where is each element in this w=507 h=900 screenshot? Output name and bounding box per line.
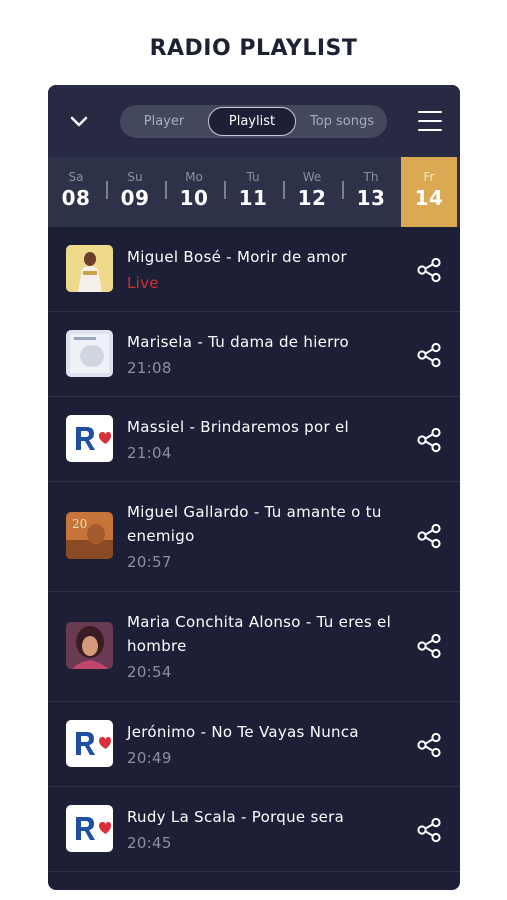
track-title: Maria Conchita Alonso - Tu eres el hombr… <box>127 613 392 655</box>
share-icon <box>417 427 441 453</box>
svg-text:20: 20 <box>72 517 87 531</box>
share-button[interactable] <box>416 342 442 368</box>
day-sunday[interactable]: Su 09 <box>107 157 163 227</box>
menu-button[interactable] <box>418 111 442 131</box>
share-button[interactable] <box>416 257 442 283</box>
share-button[interactable] <box>416 817 442 843</box>
track-time: 20:45 <box>127 834 172 852</box>
share-icon <box>417 817 441 843</box>
list-item[interactable]: Marisela - Tu dama de hierro 21:08 <box>48 312 460 397</box>
track-title: Massiel - Brindaremos por el <box>127 418 349 436</box>
day-date: 11 <box>238 186 268 210</box>
day-date: 14 <box>414 186 444 210</box>
track-title: Rudy La Scala - Porque sera <box>127 808 345 826</box>
share-button[interactable] <box>416 523 442 549</box>
tab-playlist[interactable]: Playlist <box>208 107 296 136</box>
day-name: Su <box>127 170 143 184</box>
station-logo <box>66 720 113 767</box>
track-title: Miguel Gallardo - Tu amante o tu enemigo <box>127 503 382 545</box>
day-saturday[interactable]: Sa 08 <box>48 157 104 227</box>
track-live-status: Live <box>127 274 159 292</box>
tab-player[interactable]: Player <box>124 107 204 136</box>
album-cover <box>66 330 113 377</box>
share-button[interactable] <box>416 732 442 758</box>
day-wednesday[interactable]: We 12 <box>284 157 340 227</box>
day-date: 08 <box>61 186 91 210</box>
share-icon <box>417 342 441 368</box>
share-button[interactable] <box>416 427 442 453</box>
hamburger-menu-icon <box>418 111 442 113</box>
track-title: Miguel Bosé - Morir de amor <box>127 248 347 266</box>
share-icon <box>417 633 441 659</box>
day-name: Th <box>363 170 379 184</box>
track-time: 21:08 <box>127 359 172 377</box>
day-name: Tu <box>246 170 260 184</box>
album-cover <box>66 245 113 292</box>
share-icon <box>417 732 441 758</box>
day-date: 09 <box>120 186 150 210</box>
list-item[interactable]: 20 Miguel Gallardo - Tu amante o tu enem… <box>48 482 460 592</box>
chevron-down-icon <box>70 116 88 127</box>
day-name: Mo <box>185 170 203 184</box>
album-cover <box>66 622 113 669</box>
track-time: 21:04 <box>127 444 172 462</box>
day-thursday[interactable]: Th 13 <box>343 157 399 227</box>
day-selector: Sa 08 Su 09 Mo 10 Tu 11 We 12 Th 13 Fr 1… <box>48 157 460 227</box>
share-icon <box>417 523 441 549</box>
station-logo <box>66 805 113 852</box>
day-date: 12 <box>297 186 327 210</box>
playlist-panel: Player Playlist Top songs Sa 08 Su 09 Mo… <box>48 85 460 890</box>
day-date: 13 <box>356 186 386 210</box>
track-time: 20:49 <box>127 749 172 767</box>
top-bar: Player Playlist Top songs <box>48 85 460 157</box>
collapse-button[interactable] <box>66 109 92 135</box>
day-friday[interactable]: Fr 14 <box>401 157 457 227</box>
page-title: RADIO PLAYLIST <box>149 36 358 61</box>
list-item[interactable]: Miguel Bosé - Morir de amor Live <box>48 227 460 312</box>
track-title: Jerónimo - No Te Vayas Nunca <box>127 723 359 741</box>
list-item[interactable]: Massiel - Brindaremos por el 21:04 <box>48 397 460 482</box>
track-title: Marisela - Tu dama de hierro <box>127 333 350 351</box>
track-time: 20:57 <box>127 553 172 571</box>
list-item[interactable]: Rudy La Scala - Porque sera 20:45 <box>48 787 460 872</box>
list-item[interactable]: Jerónimo - No Te Vayas Nunca 20:49 <box>48 702 460 787</box>
album-cover: 20 <box>66 512 113 559</box>
station-logo <box>66 415 113 462</box>
tab-top-songs[interactable]: Top songs <box>298 107 386 136</box>
list-item[interactable]: Maria Conchita Alonso - Tu eres el hombr… <box>48 592 460 702</box>
share-icon <box>417 257 441 283</box>
day-name: Fr <box>423 170 435 184</box>
day-name: Sa <box>68 170 84 184</box>
track-time: 20:54 <box>127 663 172 681</box>
day-date: 10 <box>179 186 209 210</box>
view-tabs: Player Playlist Top songs <box>120 105 387 138</box>
day-monday[interactable]: Mo 10 <box>166 157 222 227</box>
playlist: Miguel Bosé - Morir de amor Live Marisel… <box>48 227 460 872</box>
day-name: We <box>302 170 322 184</box>
share-button[interactable] <box>416 633 442 659</box>
day-tuesday[interactable]: Tu 11 <box>225 157 281 227</box>
